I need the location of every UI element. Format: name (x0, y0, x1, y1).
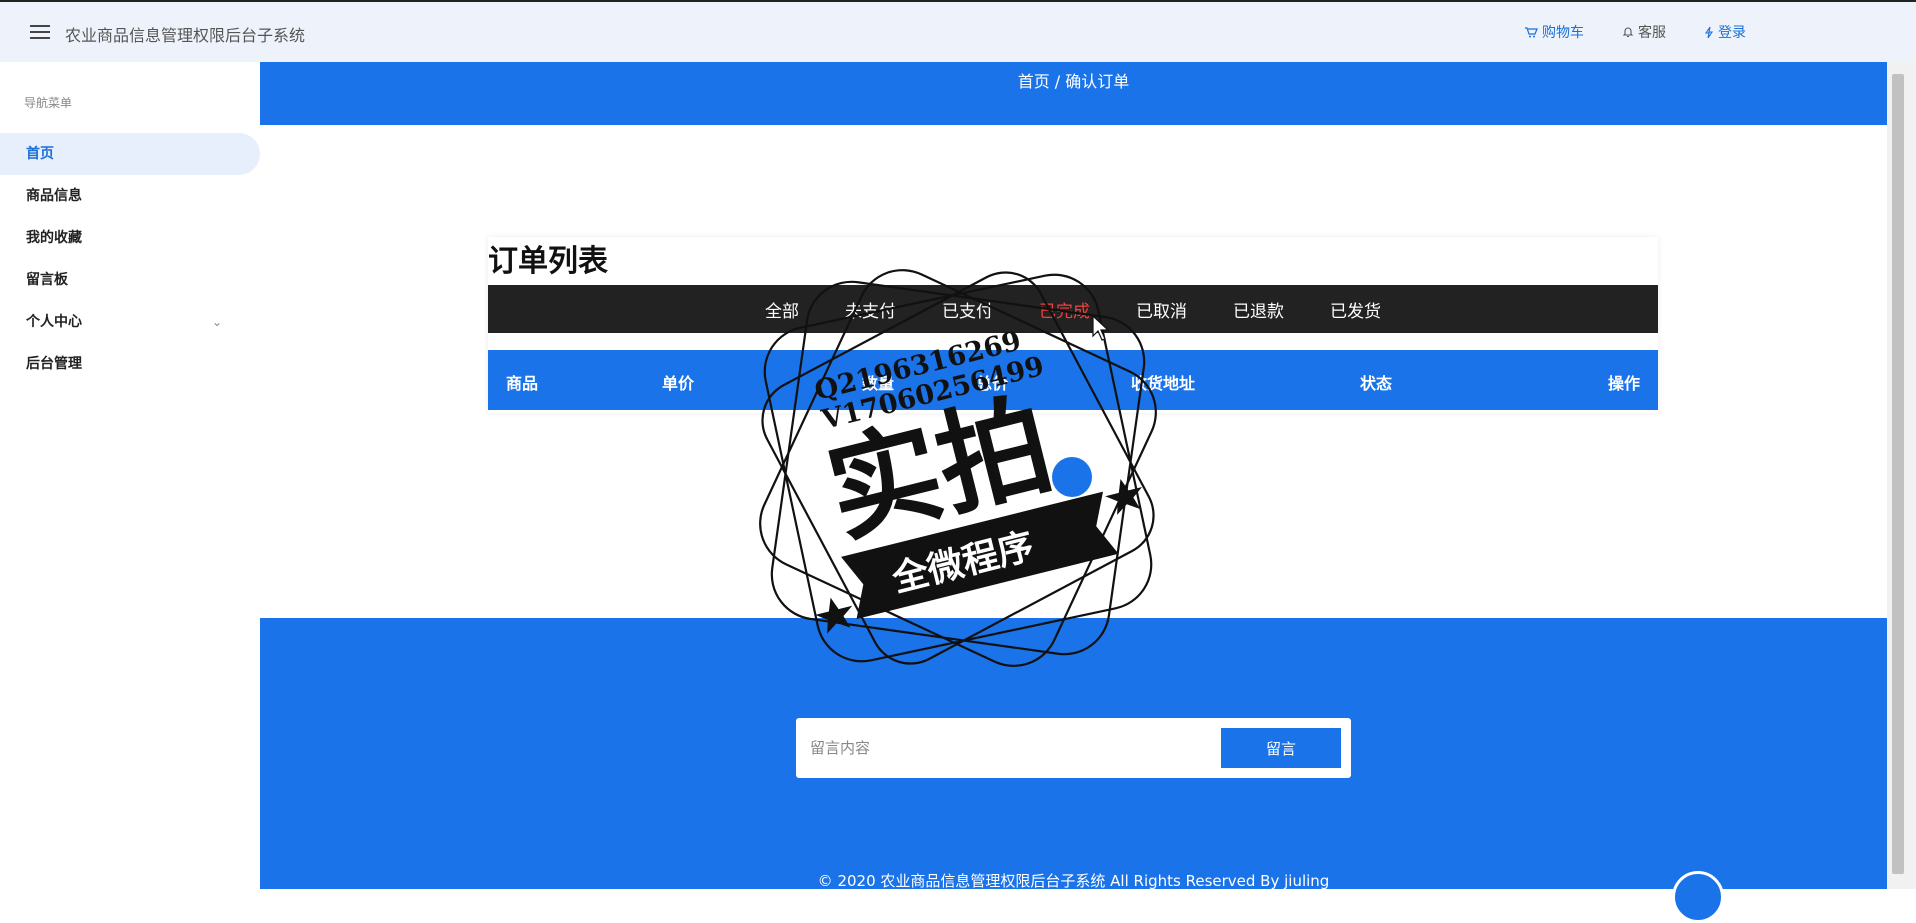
message-form: 留言 (796, 718, 1351, 778)
message-input[interactable] (810, 730, 1210, 766)
order-table-header: 商品 单价 数量 总价 收货地址 状态 操作 (488, 350, 1658, 410)
bolt-icon (1704, 26, 1714, 38)
breadcrumb-banner: 首页 / 确认订单 (260, 62, 1887, 125)
tab-refunded[interactable]: 已退款 (1210, 297, 1307, 322)
loading-spinner (1052, 457, 1092, 497)
chevron-down-icon: ⌄ (211, 315, 222, 329)
column-header-address: 收货地址 (1131, 374, 1196, 393)
tab-all[interactable]: 全部 (742, 297, 822, 322)
top-actions: 购物车 客服 登录 (1524, 22, 1746, 42)
column-header-status: 状态 (1360, 374, 1393, 393)
column-header-product: 商品 (506, 374, 539, 393)
sidebar-title: 导航菜单 (24, 96, 73, 110)
sidebar-item-label: 首页 (26, 146, 54, 162)
message-submit-button[interactable]: 留言 (1221, 728, 1341, 768)
tab-cancelled[interactable]: 已取消 (1113, 297, 1210, 322)
breadcrumb: 首页 / 确认订单 (1017, 72, 1130, 91)
app-title: 农业商品信息管理权限后台子系统 (65, 26, 306, 45)
sidebar: 导航菜单 首页 商品信息 我的收藏 留言板 个人中心 ⌄ 后台管理 (0, 62, 260, 889)
column-header-unit-price: 单价 (662, 374, 695, 393)
login-link[interactable]: 登录 (1704, 22, 1746, 42)
top-bar: 农业商品信息管理权限后台子系统 购物车 客服 登录 (0, 0, 1916, 62)
bell-icon (1622, 27, 1634, 38)
sidebar-item-products[interactable]: 商品信息 (0, 175, 260, 217)
sidebar-item-label: 后台管理 (26, 356, 82, 372)
page-scrollbar[interactable] (1887, 62, 1916, 889)
column-header-quantity: 数量 (862, 374, 895, 393)
sidebar-item-label: 商品信息 (26, 188, 82, 204)
cart-label: 购物车 (1542, 25, 1584, 41)
sidebar-item-favorites[interactable]: 我的收藏 (0, 217, 260, 259)
back-to-top-button[interactable] (1672, 871, 1724, 923)
sidebar-item-label: 个人中心 (26, 314, 82, 330)
tab-paid[interactable]: 已支付 (919, 297, 1016, 322)
sidebar-item-home[interactable]: 首页 (0, 133, 260, 175)
sidebar-item-message-board[interactable]: 留言板 (0, 259, 260, 301)
tab-shipped[interactable]: 已发货 (1307, 297, 1404, 322)
service-link[interactable]: 客服 (1622, 22, 1666, 42)
cart-icon (1525, 27, 1538, 38)
sidebar-item-personal-center[interactable]: 个人中心 ⌄ (0, 301, 260, 343)
tab-unpaid[interactable]: 未支付 (822, 297, 919, 322)
login-label: 登录 (1718, 25, 1746, 41)
column-header-total: 总价 (976, 374, 1009, 393)
sidebar-item-label: 留言板 (26, 272, 68, 288)
sidebar-item-admin[interactable]: 后台管理 (0, 343, 260, 385)
order-status-tabs: 全部 未支付 已支付 已完成 已取消 已退款 已发货 (488, 285, 1658, 333)
cart-link[interactable]: 购物车 (1524, 22, 1584, 42)
hamburger-menu-icon[interactable] (30, 25, 50, 39)
scrollbar-thumb[interactable] (1892, 74, 1904, 874)
tab-completed[interactable]: 已完成 (1016, 297, 1113, 322)
sidebar-item-label: 我的收藏 (26, 230, 82, 246)
order-list-title: 订单列表 (488, 244, 608, 279)
service-label: 客服 (1638, 25, 1666, 41)
column-header-actions: 操作 (1608, 374, 1641, 393)
copyright-text: © 2020 农业商品信息管理权限后台子系统 All Rights Reserv… (817, 872, 1330, 890)
